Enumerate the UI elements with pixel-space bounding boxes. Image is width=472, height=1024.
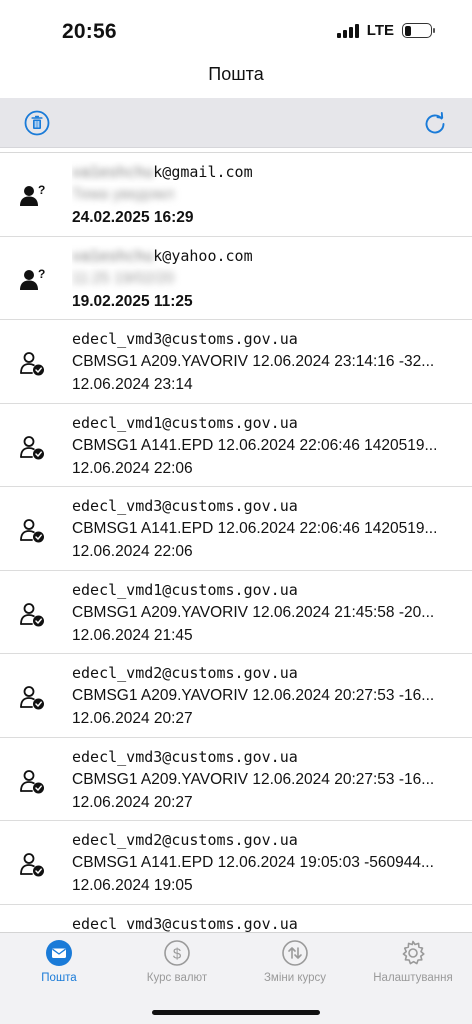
mail-item[interactable]: edecl_vmd2@customs.gov.ua CBMSG1 A141.EPD… xyxy=(0,821,472,905)
mail-sender-address: edecl_vmd3@customs.gov.ua xyxy=(72,747,298,766)
trash-icon[interactable] xyxy=(24,110,50,136)
tab-currency-rates[interactable]: $ Курс валют xyxy=(118,939,236,999)
mail-item[interactable]: edecl_vmd3@customs.gov.ua CBMSG1 A141.EPD… xyxy=(0,487,472,571)
mail-text: va1eshchuk@yahoo.com 11:25 19/02/20 19.02.… xyxy=(72,245,462,313)
mail-item[interactable]: ? va1eshchuk@yahoo.com 11:25 19/02/20 19.02… xyxy=(0,237,472,320)
mail-sender: edecl_vmd1@customs.gov.ua xyxy=(72,412,462,434)
mail-item[interactable]: edecl_vmd2@customs.gov.ua CBMSG1 A209.YAV… xyxy=(0,654,472,738)
status-time: 20:56 xyxy=(62,20,117,43)
network-type: LTE xyxy=(366,22,394,39)
mail-icon xyxy=(46,940,72,966)
svg-text:$: $ xyxy=(173,946,182,963)
mail-subject: CBMSG1 A141.EPD 12.06.2024 22:06:46 1420… xyxy=(72,520,438,537)
mail-sender: edecl_vmd1@customs.gov.ua xyxy=(72,579,462,601)
dollar-icon: $ xyxy=(164,940,190,966)
svg-text:?: ? xyxy=(38,183,45,197)
mail-text: edecl_vmd1@customs.gov.ua CBMSG1 A141.EPD… xyxy=(72,412,462,480)
mail-subject: CBMSG1 A209.YAVORIV 12.06.2024 21:45:58 … xyxy=(72,603,435,621)
mail-sender: edecl_vmd2@customs.gov.ua xyxy=(72,662,462,684)
mail-sender: va1eshchuk@yahoo.com xyxy=(72,245,462,267)
tab-label: Зміни курсу xyxy=(263,972,327,984)
mail-text: edecl_vmd2@customs.gov.ua CBMSG1 A141.EPD… xyxy=(72,829,462,897)
mail-date: 12.06.2024 20:27 xyxy=(72,793,193,811)
tab-bar: Пошта $ Курс валют Зміни курсу Налаштува… xyxy=(0,932,472,1024)
mail-item[interactable]: edecl_vmd1@customs.gov.ua CBMSG1 A141.EPD… xyxy=(0,404,472,487)
toolbar xyxy=(0,98,472,148)
mail-sender-address: k@gmail.com xyxy=(153,163,253,181)
mail-subject: CBMSG1 A141.EPD 12.06.2024 19:05:03 -560… xyxy=(72,854,434,871)
battery-icon xyxy=(402,23,435,38)
mail-subject: CBMSG1 A209.YAVORIV 12.06.2024 20:27:53 … xyxy=(72,687,435,704)
tab-label: Пошта xyxy=(41,972,77,984)
mail-text: edecl_vmd1@customs.gov.ua CBMSG1 A209.YAV… xyxy=(72,579,462,647)
mail-sender: va1eshchuk@gmail.com xyxy=(72,161,462,183)
mail-date: 24.02.2025 16:29 xyxy=(72,209,194,226)
verified-user-icon xyxy=(18,766,48,796)
mail-item[interactable]: edecl_vmd3@customs.gov.ua CBMSG1 A209.YAV… xyxy=(0,738,472,821)
refresh-icon[interactable] xyxy=(422,110,448,136)
verified-user-icon xyxy=(18,515,48,545)
tab-label: Налаштування xyxy=(373,972,453,984)
mail-subject: CBMSG1 A209.YAVORIV 12.06.2024 23:14:16 … xyxy=(72,353,435,370)
tab-settings[interactable]: Налаштування xyxy=(354,939,472,999)
mail-sender-hidden: va1eshchu xyxy=(72,163,154,181)
mail-date: 19.02.2025 11:25 xyxy=(72,292,193,310)
mail-date: 12.06.2024 23:14 xyxy=(72,376,193,393)
mail-sender: edecl_vmd3@customs.gov.ua xyxy=(72,746,462,768)
mail-text: edecl_vmd3@customs.gov.ua xyxy=(72,913,462,933)
mail-sender-address: k@yahoo.com xyxy=(153,246,253,265)
mail-subject: CBMSG1 A141.EPD 12.06.2024 22:06:46 1420… xyxy=(72,436,438,454)
tab-label: Курс валют xyxy=(146,972,208,984)
mail-sender-address: edecl_vmd1@customs.gov.ua xyxy=(72,580,298,599)
mail-subject: CBMSG1 A209.YAVORIV 12.06.2024 20:27:53 … xyxy=(72,770,435,788)
signal-icon xyxy=(336,23,359,38)
home-indicator xyxy=(152,1010,320,1015)
gear-icon xyxy=(402,940,425,965)
mail-date: 12.06.2024 21:45 xyxy=(72,626,193,644)
status-bar: 20:56 LTE xyxy=(0,0,472,62)
mail-date: 12.06.2024 22:06 xyxy=(72,459,193,477)
mail-subject: 11:25 19/02/20 xyxy=(72,269,175,287)
unknown-user-icon: ? xyxy=(18,181,48,211)
mail-sender-address: edecl_vmd3@customs.gov.ua xyxy=(72,497,298,515)
status-indicators: LTE xyxy=(336,22,435,39)
verified-user-icon xyxy=(18,849,48,879)
exchange-icon xyxy=(282,940,308,966)
mail-text: edecl_vmd3@customs.gov.ua CBMSG1 A209.YAV… xyxy=(72,328,462,396)
mail-item[interactable]: ? va1eshchuk@gmail.com Тема уведомл 24.02.2… xyxy=(0,153,472,237)
mail-subject: Тема уведомл xyxy=(72,186,175,203)
mail-date: 12.06.2024 20:27 xyxy=(72,710,193,727)
mail-text: edecl_vmd3@customs.gov.ua CBMSG1 A141.EPD… xyxy=(72,495,462,563)
unknown-user-icon: ? xyxy=(18,265,48,295)
mail-sender-hidden: va1eshchu xyxy=(72,246,154,265)
verified-user-icon xyxy=(18,682,48,712)
mail-sender-address: edecl_vmd3@customs.gov.ua xyxy=(72,330,298,348)
mail-text: edecl_vmd2@customs.gov.ua CBMSG1 A209.YAV… xyxy=(72,662,462,730)
mail-text: va1eshchuk@gmail.com Тема уведомл 24.02.20… xyxy=(72,161,462,229)
mail-sender: edecl_vmd3@customs.gov.ua xyxy=(72,495,462,517)
mail-sender: edecl_vmd3@customs.gov.ua xyxy=(72,328,462,350)
mail-sender-address: edecl_vmd2@customs.gov.ua xyxy=(72,831,298,849)
tab-mail[interactable]: Пошта xyxy=(0,939,118,999)
mail-sender-address: edecl_vmd3@customs.gov.ua xyxy=(72,914,298,933)
mail-sender: edecl_vmd2@customs.gov.ua xyxy=(72,829,462,851)
page-title: Пошта xyxy=(208,64,264,84)
verified-user-icon xyxy=(18,599,48,629)
svg-text:?: ? xyxy=(38,267,45,281)
mail-date: 12.06.2024 19:05 xyxy=(72,877,193,894)
verified-user-icon xyxy=(18,348,48,378)
mail-sender-address: edecl_vmd1@customs.gov.ua xyxy=(72,413,298,432)
mail-item[interactable]: edecl_vmd1@customs.gov.ua CBMSG1 A209.YAV… xyxy=(0,571,472,654)
mail-sender-address: edecl_vmd2@customs.gov.ua xyxy=(72,664,298,682)
mail-item[interactable]: edecl_vmd3@customs.gov.ua xyxy=(0,905,472,933)
tab-rate-changes[interactable]: Зміни курсу xyxy=(236,939,354,999)
mail-list: ? va1eshchuk@gmail.com Тема уведомл 24.02.2… xyxy=(0,152,472,932)
mail-sender: edecl_vmd3@customs.gov.ua xyxy=(72,913,462,933)
verified-user-icon xyxy=(18,432,48,462)
mail-date: 12.06.2024 22:06 xyxy=(72,543,193,560)
mail-text: edecl_vmd3@customs.gov.ua CBMSG1 A209.YAV… xyxy=(72,746,462,814)
mail-item[interactable]: edecl_vmd3@customs.gov.ua CBMSG1 A209.YAV… xyxy=(0,320,472,404)
